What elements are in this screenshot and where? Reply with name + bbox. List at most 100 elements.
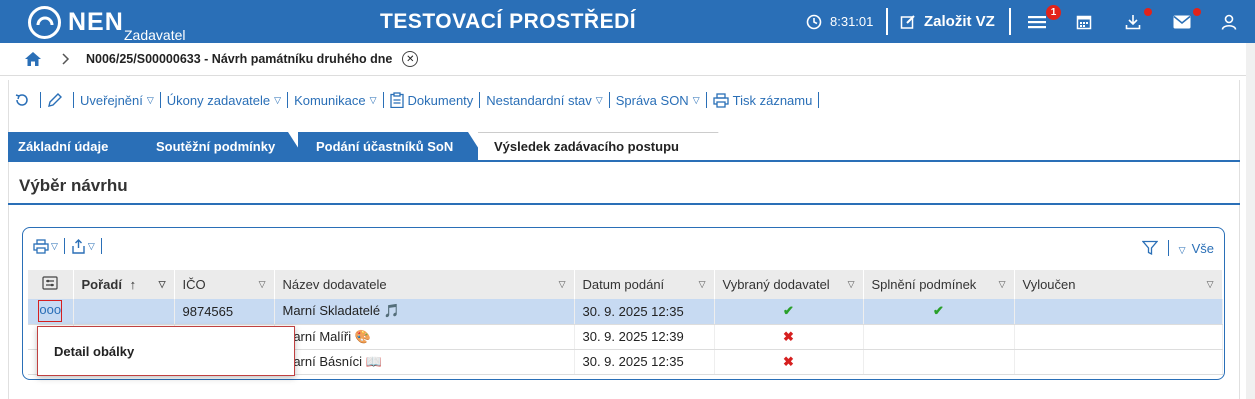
toolbar-label: Komunikace	[294, 92, 366, 108]
column-header-poradi[interactable]: Pořadí ↑ ▽	[73, 270, 175, 299]
cross-icon: ✖	[714, 349, 864, 375]
cell-vyloucen	[1014, 299, 1223, 325]
app-header: NEN Zadavatel TESTOVACÍ PROSTŘEDÍ 8:31:0…	[0, 0, 1255, 43]
grid-print-button[interactable]: ▽	[33, 238, 58, 254]
page-scrollbar[interactable]	[1246, 43, 1255, 399]
table-row[interactable]: ooo 9874565 Marní Skladatelé 🎵 30. 9. 20…	[28, 299, 1223, 325]
toolbar-label: Uveřejnění	[80, 92, 143, 108]
caret-down-icon: ▽	[51, 240, 58, 251]
caret-down-icon: ▽	[146, 94, 154, 105]
create-tender-button[interactable]: Založit VZ	[900, 0, 995, 43]
column-header-vyloucen[interactable]: Vyloučen ▽	[1014, 270, 1223, 299]
caret-down-icon: ▽	[274, 94, 282, 105]
notification-badge: 1	[1046, 5, 1061, 20]
column-header-label: Pořadí	[81, 277, 122, 292]
menu-icon	[1028, 15, 1046, 28]
cell-poradi	[73, 299, 175, 325]
column-header-nazev[interactable]: Název dodavatele ▽	[274, 270, 575, 299]
toolbar-tisk-zaznamu[interactable]: Tisk záznamu	[707, 93, 819, 108]
caret-down-icon: ▽	[87, 240, 95, 251]
edit-button[interactable]	[41, 92, 73, 108]
header-divider	[1009, 8, 1011, 35]
caret-down-icon: ▽	[692, 94, 700, 105]
toolbar-label: Nestandardní stav	[486, 92, 592, 108]
breadcrumb-current: N006/25/S00000633 - Návrh památníku druh…	[86, 52, 393, 66]
filter-caret-icon[interactable]: ▽	[559, 279, 566, 290]
toolbar-label: Úkony zadavatele	[166, 92, 271, 108]
toolbar-uverejneni[interactable]: Uveřejnění ▽	[74, 93, 160, 108]
close-breadcrumb-button[interactable]: ✕	[402, 51, 419, 67]
supplier-name: Marní Skladatelé	[282, 303, 381, 319]
cross-icon: ✖	[714, 324, 864, 350]
cell-nazev: Marní Malíři 🎨	[274, 324, 575, 350]
grid-export-button[interactable]: ▽	[71, 238, 95, 254]
download-button[interactable]	[1125, 0, 1141, 43]
cell-datum: 30. 9. 2025 12:35	[574, 349, 715, 375]
column-header-splneni[interactable]: Splnění podmínek ▽	[863, 270, 1015, 299]
toolbar-sprava-son[interactable]: Správa SON ▽	[610, 93, 706, 108]
pencil-icon	[48, 93, 62, 107]
menu-item-detail-obalky[interactable]: Detail obálky	[54, 344, 134, 359]
logo-subtitle: Zadavatel	[124, 27, 186, 43]
messages-indicator	[1193, 8, 1201, 16]
book-icon: 📖	[365, 353, 382, 369]
filter-caret-icon[interactable]: ▽	[259, 279, 266, 290]
tab-vysledek-zadavaciho-postupu[interactable]: Výsledek zadávacího postupu	[478, 132, 736, 160]
tab-soutezni-podminky[interactable]: Soutěžní podmínky	[138, 132, 306, 160]
filter-caret-icon[interactable]: ▽	[159, 279, 166, 290]
messages-button[interactable]	[1173, 0, 1191, 43]
export-icon	[72, 238, 85, 254]
tab-underline	[8, 160, 1240, 162]
filter-select[interactable]: ▽ Vše	[1179, 241, 1214, 256]
row-context-menu: Detail obálky	[37, 326, 295, 376]
music-icon: 🎵	[383, 303, 400, 319]
column-header-datum[interactable]: Datum podání ▽	[574, 270, 715, 299]
row-actions-button[interactable]: ooo	[38, 300, 63, 323]
filter-caret-icon[interactable]: ▽	[699, 279, 706, 290]
section-title: Výběr návrhu	[19, 176, 128, 195]
filter-icon[interactable]	[1141, 240, 1158, 256]
caret-down-icon: ▽	[1178, 244, 1186, 255]
header-divider	[886, 8, 888, 35]
palette-icon: 🎨	[354, 328, 371, 344]
table-header-row: Pořadí ↑ ▽ IČO ▽ Název dodavatele ▽ Datum p…	[28, 270, 1223, 299]
cell-splneni	[863, 324, 1015, 350]
toolbar-label: Správa SON	[615, 92, 689, 108]
toolbar-nestandardni-stav[interactable]: Nestandardní stav ▽	[480, 93, 608, 108]
user-button[interactable]	[1221, 0, 1237, 43]
cell-vyloucen	[1014, 349, 1223, 375]
home-icon[interactable]	[24, 51, 42, 67]
chevron-right-icon	[62, 53, 70, 65]
toolbar-label: Dokumenty	[407, 92, 474, 108]
refresh-icon	[15, 94, 28, 106]
tab-podani-ucastniku[interactable]: Podání účastníků SoN	[298, 132, 486, 160]
row-menu-cell: ooo	[28, 299, 74, 325]
filter-caret-icon[interactable]: ▽	[848, 279, 855, 290]
logo-mark-icon	[28, 5, 61, 39]
column-header-label: Splnění podmínek	[871, 277, 977, 292]
toolbar-komunikace[interactable]: Komunikace ▽	[288, 93, 382, 108]
nen-logo[interactable]: NEN	[28, 5, 124, 39]
caret-down-icon: ▽	[369, 94, 377, 105]
cell-nazev: Marní Skladatelé 🎵	[274, 299, 575, 325]
cell-ico: 9874565	[174, 299, 275, 325]
filter-caret-icon[interactable]: ▽	[1207, 279, 1214, 290]
toolbar-ukony-zadavatele[interactable]: Úkony zadavatele ▽	[161, 93, 287, 108]
toolbar-dokumenty[interactable]: Dokumenty	[384, 92, 480, 108]
column-header-ico[interactable]: IČO ▽	[174, 270, 275, 299]
cell-splneni	[863, 349, 1015, 375]
filter-caret-icon[interactable]: ▽	[999, 279, 1006, 290]
menu-button[interactable]	[1028, 0, 1046, 43]
sort-asc-icon: ↑	[129, 277, 137, 292]
checkmark-icon: ✔	[714, 299, 864, 325]
refresh-button[interactable]	[8, 92, 40, 108]
column-settings-header[interactable]	[28, 270, 74, 299]
cell-nazev: Marní Básníci 📖	[274, 349, 575, 375]
column-header-label: Vybraný dodavatel	[722, 277, 830, 292]
column-header-vybrany[interactable]: Vybraný dodavatel ▽	[714, 270, 864, 299]
calendar-button[interactable]	[1076, 0, 1092, 43]
printer-icon	[33, 238, 49, 254]
tab-bar: Základní údaje Soutěžní podmínky Podání …	[8, 132, 1240, 160]
tab-zakladni-udaje[interactable]: Základní údaje	[8, 132, 156, 160]
cell-datum: 30. 9. 2025 12:35	[574, 299, 715, 325]
